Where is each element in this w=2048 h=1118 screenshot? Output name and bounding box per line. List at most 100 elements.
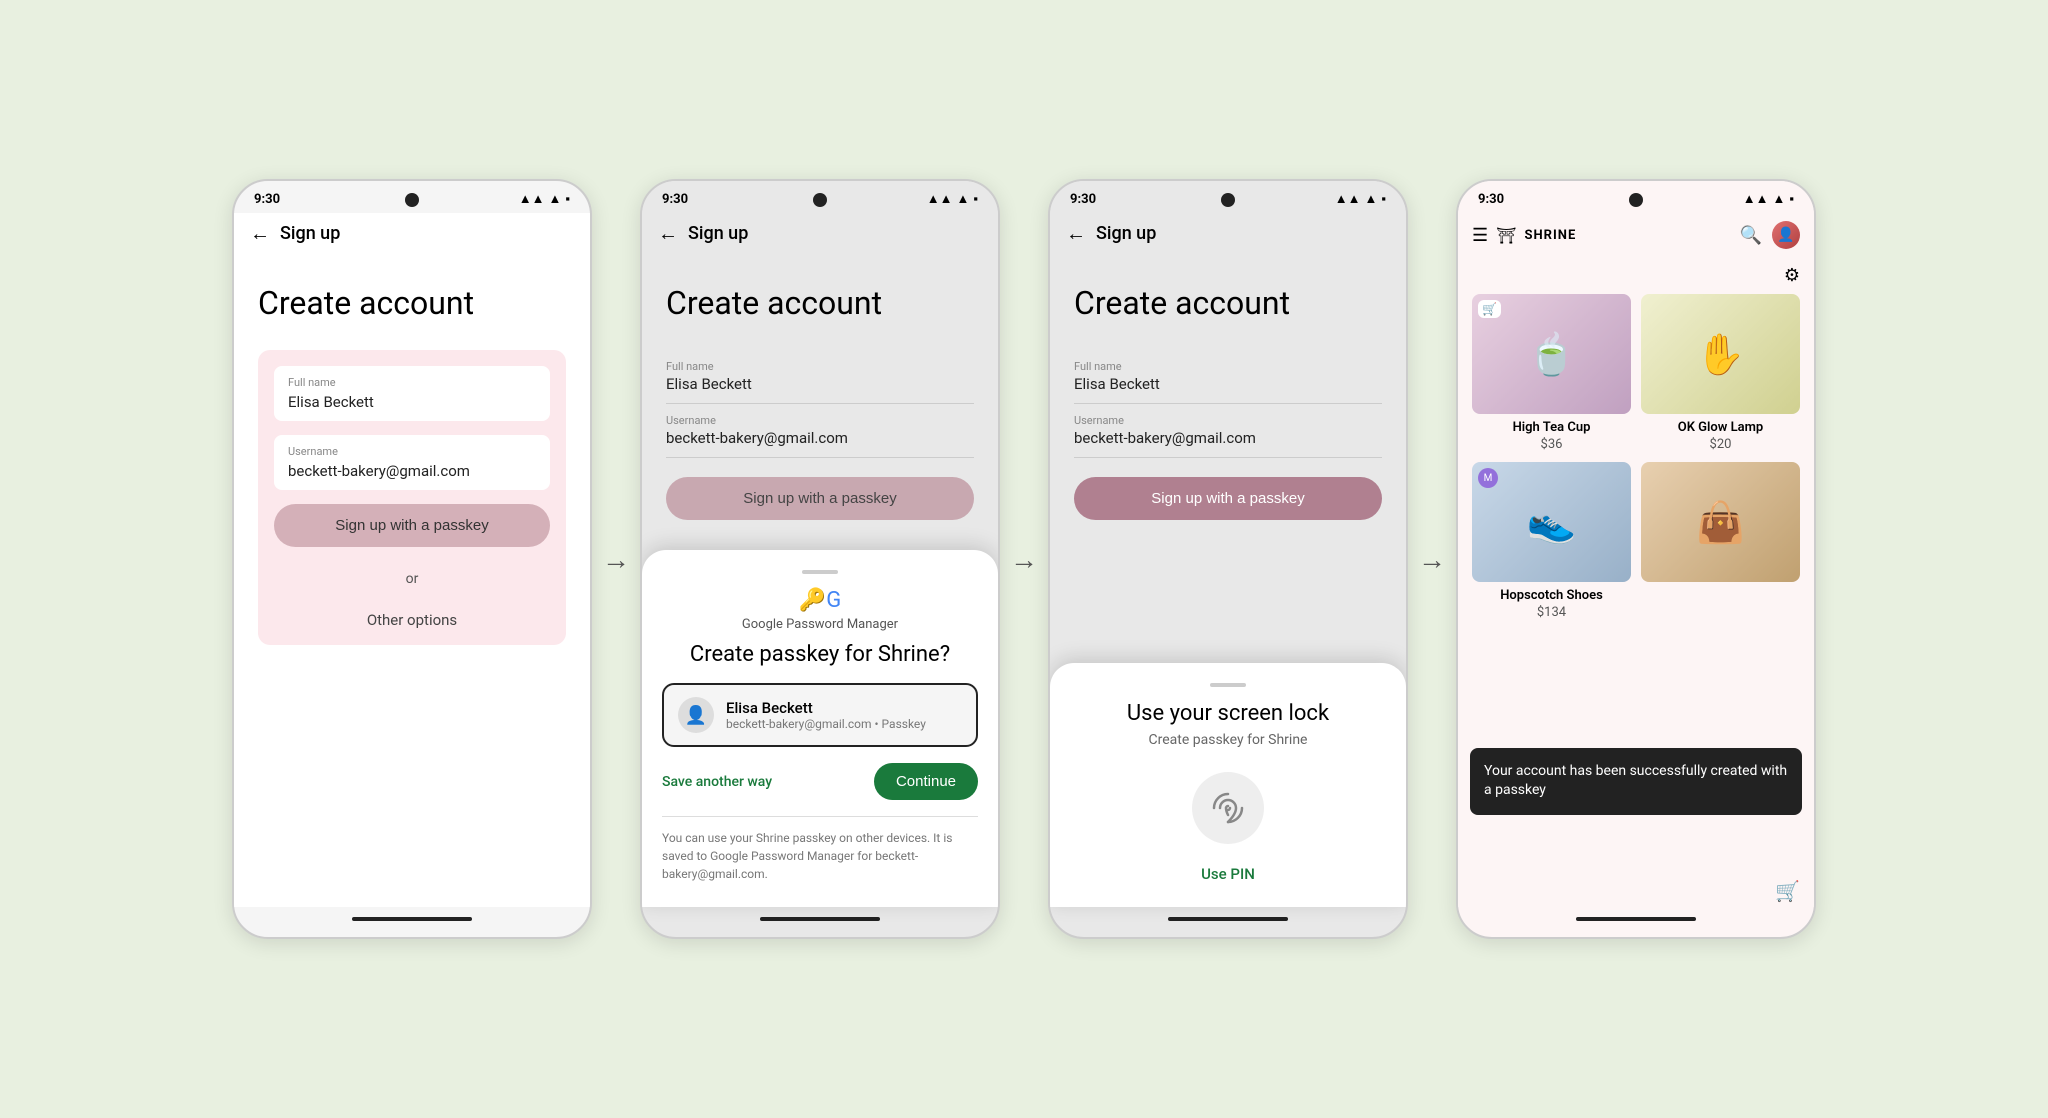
product-img-tea[interactable]: 🛒 🍵 bbox=[1472, 294, 1631, 414]
nav-title-1: Sign up bbox=[280, 223, 340, 244]
camera-dot-1 bbox=[405, 193, 419, 207]
battery-icon-4: ▪ bbox=[1789, 191, 1794, 207]
other-options-1[interactable]: Other options bbox=[274, 611, 550, 629]
screen-content-3: Create account Full name Elisa Beckett U… bbox=[1050, 254, 1406, 907]
filter-row: ⚙ bbox=[1472, 265, 1800, 286]
username-label-1: Username bbox=[288, 445, 536, 458]
search-icon[interactable]: 🔍 bbox=[1740, 225, 1762, 246]
modal-create-title: Create passkey for Shrine? bbox=[662, 642, 978, 667]
home-indicator-1 bbox=[352, 917, 472, 921]
fullname-value-1: Elisa Beckett bbox=[288, 393, 536, 411]
modal-divider bbox=[662, 816, 978, 817]
username-field-3[interactable]: Username beckett-bakery@gmail.com bbox=[1074, 404, 1382, 458]
username-label-2: Username bbox=[666, 414, 974, 427]
screen-lock-modal: Use your screen lock Create passkey for … bbox=[1050, 663, 1406, 907]
fingerprint-icon[interactable] bbox=[1192, 772, 1264, 844]
status-icons-4: ▲▲ ▲ ▪ bbox=[1743, 191, 1794, 207]
product-name-lamp: OK Glow Lamp bbox=[1641, 420, 1800, 435]
nav-title-2: Sign up bbox=[688, 223, 748, 244]
shrine-nav: ☰ ⛩ SHRINE 🔍 👤 bbox=[1458, 213, 1814, 257]
product-name-tea: High Tea Cup bbox=[1472, 420, 1631, 435]
use-pin-button[interactable]: Use PIN bbox=[1201, 865, 1255, 883]
passkey-button-1[interactable]: Sign up with a passkey bbox=[274, 504, 550, 547]
form-fields-2: Full name Elisa Beckett Username beckett… bbox=[666, 350, 974, 520]
screen-content-2: Create account Full name Elisa Beckett U… bbox=[642, 254, 998, 907]
filter-icon[interactable]: ⚙ bbox=[1784, 265, 1800, 286]
user-row[interactable]: 👤 Elisa Beckett beckett-bakery@gmail.com… bbox=[662, 683, 978, 747]
nav-bar-1: ← Sign up bbox=[234, 213, 590, 254]
signal-icon-2: ▲▲ bbox=[927, 191, 953, 207]
time-2: 9:30 bbox=[662, 192, 688, 207]
username-field-1[interactable]: Username beckett-bakery@gmail.com bbox=[274, 435, 550, 490]
shrine-logo-icon: ⛩ bbox=[1496, 226, 1516, 245]
continue-button[interactable]: Continue bbox=[874, 763, 978, 800]
create-account-title-1: Create account bbox=[258, 284, 566, 322]
fullname-label-1: Full name bbox=[288, 376, 536, 389]
bottom-cart-bar: 🛒 bbox=[1458, 875, 1814, 907]
home-indicator-4 bbox=[1576, 917, 1696, 921]
cart-badge-shoes: M bbox=[1478, 468, 1498, 488]
create-account-title-3: Create account bbox=[1074, 284, 1382, 322]
fullname-value-3: Elisa Beckett bbox=[1074, 375, 1382, 393]
back-arrow-1[interactable]: ← bbox=[250, 221, 270, 246]
create-account-title-2: Create account bbox=[666, 284, 974, 322]
screen-lock-subtitle: Create passkey for Shrine bbox=[1070, 732, 1386, 748]
passkey-button-3[interactable]: Sign up with a passkey bbox=[1074, 477, 1382, 520]
save-another-button[interactable]: Save another way bbox=[662, 774, 772, 790]
form-fields-3: Full name Elisa Beckett Username beckett… bbox=[1074, 350, 1382, 520]
phone-screen-3: 9:30 ▲▲ ▲ ▪ ← Sign up Create account Ful… bbox=[1048, 179, 1408, 939]
arrow-1: → bbox=[602, 543, 630, 576]
fullname-field-1[interactable]: Full name Elisa Beckett bbox=[274, 366, 550, 421]
passkey-button-2[interactable]: Sign up with a passkey bbox=[666, 477, 974, 520]
username-value-2: beckett-bakery@gmail.com bbox=[666, 429, 974, 447]
home-indicator-2 bbox=[760, 917, 880, 921]
modal-actions: Save another way Continue bbox=[662, 763, 978, 800]
back-arrow-3[interactable]: ← bbox=[1066, 221, 1086, 246]
form-section-1: Full name Elisa Beckett Username beckett… bbox=[258, 350, 566, 645]
cart-badge-tea: 🛒 bbox=[1478, 300, 1501, 318]
fullname-label-3: Full name bbox=[1074, 360, 1382, 373]
time-3: 9:30 bbox=[1070, 192, 1096, 207]
product-img-shoes[interactable]: M 👟 bbox=[1472, 462, 1631, 582]
camera-dot-3 bbox=[1221, 193, 1235, 207]
status-bar-3: 9:30 ▲▲ ▲ ▪ bbox=[1050, 181, 1406, 213]
camera-dot-4 bbox=[1629, 193, 1643, 207]
time-1: 9:30 bbox=[254, 192, 280, 207]
product-card-shoes: M 👟 Hopscotch Shoes $134 bbox=[1472, 462, 1631, 620]
cart-bottom-icon[interactable]: 🛒 bbox=[1775, 879, 1800, 903]
user-avatar-shrine[interactable]: 👤 bbox=[1772, 221, 1800, 249]
screens-container: 9:30 ▲▲ ▲ ▪ ← Sign up Create account Ful… bbox=[232, 179, 1816, 939]
username-value-1: beckett-bakery@gmail.com bbox=[288, 462, 536, 480]
wifi-icon-3: ▲ bbox=[1365, 191, 1378, 207]
fullname-field-3[interactable]: Full name Elisa Beckett bbox=[1074, 350, 1382, 404]
phone-screen-1: 9:30 ▲▲ ▲ ▪ ← Sign up Create account Ful… bbox=[232, 179, 592, 939]
product-card-lamp: ✋ OK Glow Lamp $20 bbox=[1641, 294, 1800, 452]
product-card-tea: 🛒 🍵 High Tea Cup $36 bbox=[1472, 294, 1631, 452]
status-icons-1: ▲▲ ▲ ▪ bbox=[519, 191, 570, 207]
battery-icon-2: ▪ bbox=[973, 191, 978, 207]
screen-content-1: Create account Full name Elisa Beckett U… bbox=[234, 254, 590, 907]
status-bar-2: 9:30 ▲▲ ▲ ▪ bbox=[642, 181, 998, 213]
product-img-lamp[interactable]: ✋ bbox=[1641, 294, 1800, 414]
phone-screen-4: 9:30 ▲▲ ▲ ▪ ☰ ⛩ SHRINE 🔍 👤 ⚙ bbox=[1456, 179, 1816, 939]
signal-icon: ▲▲ bbox=[519, 191, 545, 207]
username-field-2[interactable]: Username beckett-bakery@gmail.com bbox=[666, 404, 974, 458]
time-4: 9:30 bbox=[1478, 192, 1504, 207]
product-price-lamp: $20 bbox=[1641, 437, 1800, 452]
product-img-bag[interactable]: 👜 bbox=[1641, 462, 1800, 582]
hamburger-icon[interactable]: ☰ bbox=[1472, 225, 1488, 246]
toast-message: Your account has been successfully creat… bbox=[1470, 748, 1802, 815]
wifi-icon-4: ▲ bbox=[1773, 191, 1786, 207]
fullname-value-2: Elisa Beckett bbox=[666, 375, 974, 393]
nav-bar-2: ← Sign up bbox=[642, 213, 998, 254]
google-pm-title: Google Password Manager bbox=[742, 617, 898, 632]
nav-bar-3: ← Sign up bbox=[1050, 213, 1406, 254]
fullname-field-2[interactable]: Full name Elisa Beckett bbox=[666, 350, 974, 404]
google-passkey-modal: 🔑G Google Password Manager Create passke… bbox=[642, 550, 998, 907]
modal-handle bbox=[802, 570, 838, 574]
back-arrow-2[interactable]: ← bbox=[658, 221, 678, 246]
wifi-icon-2: ▲ bbox=[957, 191, 970, 207]
nav-title-3: Sign up bbox=[1096, 223, 1156, 244]
shrine-app-name: SHRINE bbox=[1524, 228, 1576, 243]
modal-note: You can use your Shrine passkey on other… bbox=[662, 829, 978, 883]
